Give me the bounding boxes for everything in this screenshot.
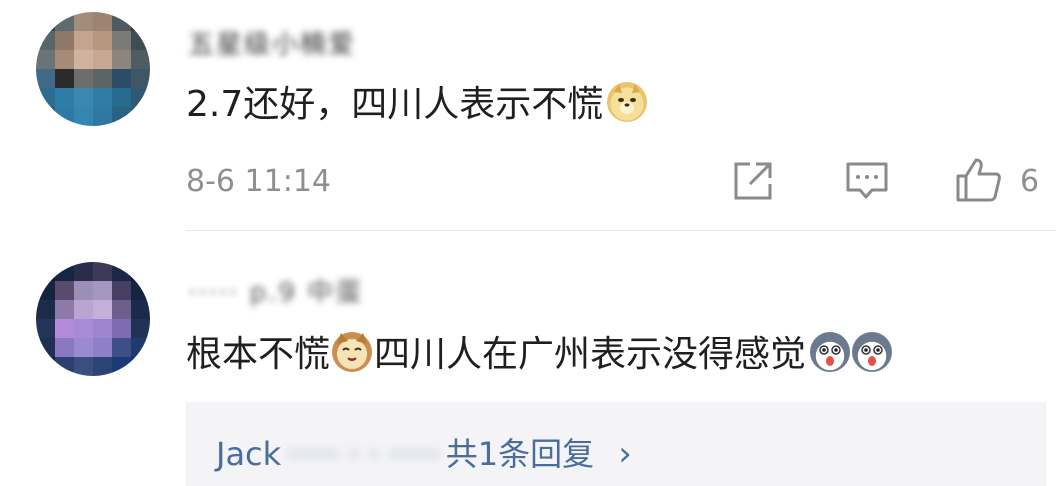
share-button[interactable] [730, 158, 776, 204]
reply-author-hidden: ····· · · ····· [287, 435, 440, 473]
comment-text: 2.7还好，四川人表示不慌 [186, 82, 648, 127]
reply-summary-link[interactable]: Jack ····· · · ····· 共1条回复 › [216, 434, 632, 474]
like-count: 6 [1020, 164, 1040, 199]
doge-emoji [607, 82, 648, 122]
divider [186, 230, 1056, 231]
timestamp: 8-6 11:14 [186, 164, 331, 199]
cat-emoji [332, 332, 373, 372]
husky-emoji [852, 332, 893, 372]
share-icon [734, 162, 772, 200]
comment-body-end: 四川人在广州表示没得感觉 [374, 334, 807, 375]
thumbs-up-icon [956, 158, 1001, 202]
comment-icon [846, 162, 888, 199]
like-button[interactable] [952, 154, 1004, 206]
reply-count: 共1条回复 [445, 435, 595, 473]
husky-emoji [810, 332, 851, 372]
username[interactable]: ····· p.9 中蛋 [188, 272, 363, 309]
comment-button[interactable] [844, 158, 890, 204]
username[interactable]: 五星级小楠爱 [188, 24, 356, 61]
reply-author: Jack [216, 435, 282, 473]
comment-text: 根本不慌 四川人在广州表示没得感觉 [186, 332, 893, 377]
avatar[interactable] [36, 12, 150, 126]
comment-body: 2.7还好，四川人表示不慌 [186, 84, 604, 125]
avatar[interactable] [36, 262, 150, 376]
comment-body-start: 根本不慌 [186, 334, 331, 375]
chevron-right-icon: › [618, 434, 632, 474]
